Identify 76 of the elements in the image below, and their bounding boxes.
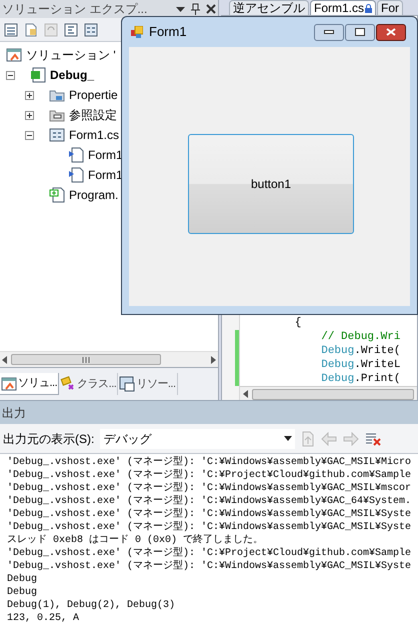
output-line: Debug	[7, 573, 38, 586]
output-line: スレッド 0xeb8 はコード 0 (0x0) で終了しました。	[7, 534, 264, 546]
expand-icon[interactable]	[25, 90, 34, 100]
close-icon	[386, 28, 396, 36]
output-line: 'Debug_.vshost.exe' (マネージ型): 'C:¥Project¥Cloud¥github.com¥Sample	[7, 547, 412, 560]
panel-title: ソリューション エクスプ...	[2, 1, 148, 18]
output-line: 123, 0.25, A	[7, 612, 80, 625]
output-line: Debug	[7, 586, 38, 599]
tree-item[interactable]: Form1.cs	[69, 126, 120, 144]
project-icon	[30, 67, 46, 83]
source-label: 出力元の表示(S):	[3, 430, 94, 448]
horizontal-scrollbar[interactable]	[240, 386, 417, 401]
document-icon	[68, 147, 84, 163]
output-line: 'Debug_.vshost.exe' (マネージ型): 'C:¥Windows¥assembly¥GAC_MSIL¥Micro	[7, 456, 412, 468]
form-button[interactable]: button1	[188, 134, 354, 234]
code-file-icon	[49, 187, 65, 203]
code-line: Debug.Write(	[320, 344, 402, 358]
grip-icon	[82, 356, 90, 362]
scrollbar-thumb[interactable]	[11, 354, 161, 365]
tree-item[interactable]: ソリューション '	[26, 46, 116, 64]
editor-tab[interactable]: 逆アセンブル	[229, 0, 309, 15]
output-line: 'Debug_.vshost.exe' (マネージ型): 'C:¥Windows¥assembly¥GAC_MSIL¥Syste	[7, 521, 412, 534]
designer-view-icon[interactable]	[84, 22, 98, 36]
code-line: Debug.WriteL	[320, 358, 402, 372]
collapse-icon[interactable]	[6, 70, 15, 80]
window-title: Form1	[149, 23, 187, 42]
tree-item[interactable]: Form1	[88, 146, 123, 164]
source-dropdown[interactable]: デバッグ	[100, 428, 296, 448]
output-line: Debug(1), Debug(2), Debug(3)	[7, 599, 176, 612]
tree-item[interactable]: Propertie	[69, 86, 118, 104]
code-line: Debug.Print(	[320, 372, 402, 386]
output-line: 'Debug_.vshost.exe' (マネージ型): 'C:¥Windows¥assembly¥GAC_MSIL¥mscor	[7, 482, 412, 494]
properties-icon[interactable]	[4, 22, 18, 36]
maximize-button[interactable]	[345, 24, 375, 40]
expand-icon[interactable]	[25, 110, 34, 120]
show-files-icon[interactable]	[24, 22, 38, 36]
lock-icon	[365, 4, 372, 12]
panel-tab[interactable]: ソリュ...	[0, 373, 60, 395]
editor-tab[interactable]: Form1.cs	[310, 0, 376, 15]
code-view-icon[interactable]	[64, 22, 78, 36]
dropdown-icon[interactable]	[176, 6, 185, 12]
solution-icon	[6, 47, 22, 63]
clear-icon[interactable]	[365, 432, 382, 446]
code-line: // Debug.Wri	[320, 330, 402, 344]
collapse-icon[interactable]	[25, 130, 34, 140]
scrollbar-thumb[interactable]	[252, 388, 414, 400]
solution-icon	[1, 376, 17, 392]
output-line: 'Debug_.vshost.exe' (マネージ型): 'C:¥Project¥Cloud¥github.com¥Sample	[7, 469, 412, 482]
minimize-button[interactable]	[314, 24, 344, 40]
close-icon[interactable]	[206, 4, 216, 14]
scroll-left-icon[interactable]	[2, 356, 7, 364]
pin-icon[interactable]	[191, 3, 200, 15]
code-line: {	[294, 316, 302, 330]
resource-icon	[119, 376, 136, 392]
form-icon	[49, 127, 65, 143]
tree-item[interactable]: 参照設定	[69, 106, 117, 124]
panel-tab[interactable]: クラス...	[59, 373, 118, 395]
panel-title: 出力	[2, 404, 26, 422]
tree-item[interactable]: Form1	[88, 166, 123, 184]
dropdown-icon	[284, 436, 292, 441]
output-line: 'Debug_.vshost.exe' (マネージ型): 'C:¥Windows¥assembly¥GAC_MSIL¥Syste	[7, 560, 412, 573]
scroll-right-icon[interactable]	[211, 356, 216, 364]
close-button[interactable]	[376, 24, 406, 40]
panel-tab[interactable]: リソー...	[118, 373, 178, 395]
maximize-icon	[355, 28, 365, 36]
scroll-left-icon[interactable]	[243, 390, 248, 398]
minimize-icon	[324, 30, 334, 34]
tree-item[interactable]: Debug_	[50, 66, 94, 84]
class-icon	[60, 376, 76, 392]
output-line: 'Debug_.vshost.exe' (マネージ型): 'C:¥Windows¥assembly¥GAC_64¥System.	[7, 495, 412, 508]
form-icon	[131, 26, 143, 38]
document-icon	[68, 167, 84, 183]
horizontal-scrollbar[interactable]	[0, 351, 218, 367]
tree-item[interactable]: Program.	[69, 186, 118, 204]
editor-tab[interactable]: For	[377, 0, 404, 15]
output-line: 'Debug_.vshost.exe' (マネージ型): 'C:¥Windows¥assembly¥GAC_MSIL¥Syste	[7, 508, 412, 520]
